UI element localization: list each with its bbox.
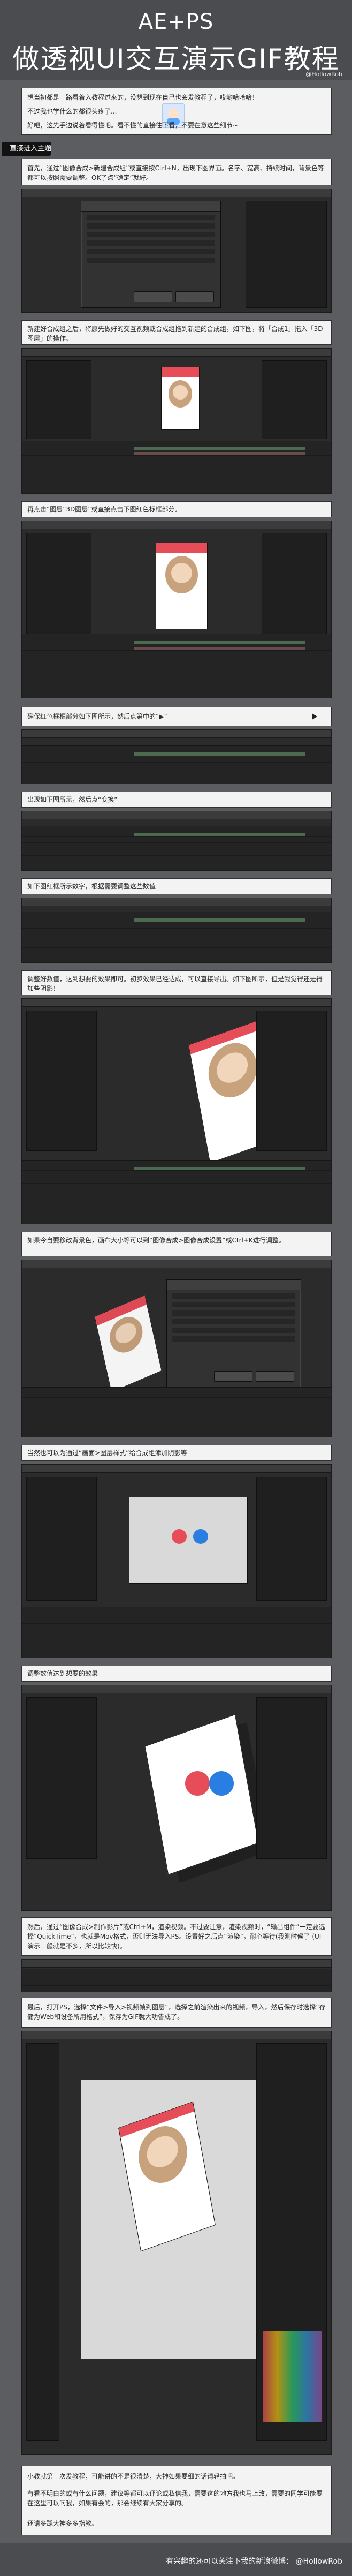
ending-line-1: 小教就第一次发教程，可能讲的不是很清楚，大神如果要细的话请轻拍吧。 <box>27 2473 240 2480</box>
step-6-text: 如下图红框所示数字，根据需要调整这些数值 <box>27 883 156 890</box>
accent-badge <box>172 1529 187 1544</box>
intro-line-1: 想当初都是一路看着入教程过来的，没想到现在自己也会发教程了，哎哟哈哈哈！ <box>27 94 259 101</box>
blue-badge <box>193 1529 208 1544</box>
step-8-text: 如果今自要移改背景色，画布大小等可以到“图像合成>图像合成设置”或Ctrl+K进… <box>27 1237 285 1244</box>
ae-screenshot-11 <box>21 1959 332 1992</box>
section-tag: 直接进入主题 <box>2 142 71 156</box>
step-7-text: 调整好数值，达到想要的效果即可。初步效果已经达成，可以直接导出。如下图所示，但是… <box>27 975 323 992</box>
step-3-text: 再点击“图层”3D图层”或直接点击下图红色标框部分。 <box>27 506 181 513</box>
step-1-card: 首先，通过“图像合成>新建合成组”或直接按Ctrl+N，出现下图界面。名字、宽高… <box>21 159 332 185</box>
step-2-card: 新建好合成组之后，将原先做好的交互视频或合成组拖到新建的合成组，如下图，将「合成… <box>21 320 332 345</box>
footer-line: 有兴趣的还可以关注下我的新浪微博： @HollowRob <box>0 2556 352 2566</box>
step-11-card: 然后，通过“图像合成>制作影片”或Ctrl+M，渲染视频。不过要注意，渲染视频时… <box>21 1917 332 1956</box>
step-4-text: 确保红色框框部分如下图所示，然后点第中的“▶” <box>27 713 167 720</box>
dialog-cancel-button[interactable] <box>175 291 214 302</box>
ae-screenshot-4 <box>21 729 332 784</box>
step-9-card: 当然也可以为通过“画面>图层样式”给合成组添加阴影等 <box>21 1445 332 1461</box>
ae-screenshot-10 <box>21 1685 332 1911</box>
ae-screenshot-8 <box>21 1260 332 1437</box>
step-10-text: 调整数值达到想要的效果 <box>27 1670 98 1677</box>
step-5-text: 出现如下图所示，然后点“变换” <box>27 796 118 803</box>
composition-settings-dialog <box>81 201 221 308</box>
ending-card: 小教就第一次发教程，可能讲的不是很清楚，大神如果要细的话请轻拍吧。 有看不明白的… <box>21 2466 332 2535</box>
footer: 有兴趣的还可以关注下我的新浪微博： @HollowRob <box>0 2543 352 2576</box>
title-line-1: AE+PS <box>138 10 214 34</box>
ae-screenshot-2 <box>21 348 332 494</box>
ending-line-2: 有看不明白的或有什么问题，建议等都可以评论或私信我，需要这的地方我也马上改，需要… <box>27 2490 323 2507</box>
ae-screenshot-3 <box>21 521 332 698</box>
step-1-text: 首先，通过“图像合成>新建合成组”或直接按Ctrl+N，出现下图界面。名字、宽高… <box>27 164 324 182</box>
section-tag-pill: 直接进入主题 <box>2 142 51 156</box>
layer-style-preview <box>129 1497 248 1584</box>
timeline-panel <box>22 440 331 493</box>
ending-line-3: 还请多踩大神多多指教。 <box>27 2520 98 2527</box>
intro-card: 想当初都是一路看着入教程过来的，没想到现在自己也会发教程了，哎哟哈哈哈！ 不过我… <box>21 88 332 135</box>
step-2-text: 新建好合成组之后，将原先做好的交互视频或合成组拖到新建的合成组，如下图，将「合成… <box>27 325 323 342</box>
ae-toolbar <box>22 189 331 197</box>
step-8-card: 如果今自要移改背景色，画布大小等可以到“图像合成>图像合成设置”或Ctrl+K进… <box>21 1232 332 1256</box>
ae-screenshot-12 <box>21 2031 332 2455</box>
step-9-text: 当然也可以为通过“画面>图层样式”给合成组添加阴影等 <box>27 1449 187 1457</box>
footer-text: 有兴趣的还可以关注下我的新浪微博： <box>166 2557 294 2566</box>
header: AE+PS 做透视UI交互演示GIF教程 @HollowRob <box>0 0 352 80</box>
ae-screenshot-1 <box>21 189 332 313</box>
dialog-ok-button-2[interactable] <box>214 1371 252 1382</box>
dialog-cancel-button-2[interactable] <box>256 1371 294 1382</box>
step-12-card: 最后，打开PS，选择“文件>导入>视频帧到图层”，选择之前渲染出来的视频，导入，… <box>21 1998 332 2028</box>
step-3-card: 再点击“图层”3D图层”或直接点击下图红色标框部分。 <box>21 501 332 517</box>
footer-handle: @HollowRob <box>295 2557 342 2566</box>
intro-line-3: 好吧，这先手边说着看得懂吧。看不懂的直接往下看，不要在意这些细节~ <box>27 122 239 129</box>
ae-screenshot-7 <box>21 998 332 1224</box>
step-6-card: 如下图红框所示数字，根据需要调整这些数值 <box>21 878 332 894</box>
step-11-text: 然后，通过“图像合成>制作影片”或Ctrl+M，渲染视频。不过要注意，渲染视频时… <box>27 1923 325 1950</box>
phone-preview <box>161 367 200 430</box>
play-arrow-icon <box>312 713 317 720</box>
ae-screenshot-9 <box>21 1464 332 1658</box>
ae-right-panel <box>246 201 327 308</box>
step-7-card: 调整好数值，达到想要的效果即可。初步效果已经达成，可以直接导出。如下图所示，但是… <box>21 970 332 995</box>
tutorial-page: AE+PS 做透视UI交互演示GIF教程 @HollowRob 想当初都是一路看… <box>0 0 352 2576</box>
title-line-2: 做透视UI交互演示GIF教程 <box>12 43 340 74</box>
brand-handle: @HollowRob <box>305 71 342 78</box>
step-4-card: 确保红色框框部分如下图所示，然后点第中的“▶” <box>21 707 332 726</box>
ae-screenshot-6 <box>21 898 332 963</box>
step-5-card: 出现如下图所示，然后点“变换” <box>21 792 332 808</box>
dialog-ok-button[interactable] <box>134 291 172 302</box>
step-12-text: 最后，打开PS，选择“文件>导入>视频帧到图层”，选择之前渲染出来的视频，导入，… <box>27 2003 326 2021</box>
step-10-card: 调整数值达到想要的效果 <box>21 1666 332 1682</box>
ps-swatches <box>263 2331 322 2422</box>
ae-screenshot-5 <box>21 811 332 871</box>
intro-line-2: 不过我也学什么的都很头疼了... <box>27 108 117 115</box>
